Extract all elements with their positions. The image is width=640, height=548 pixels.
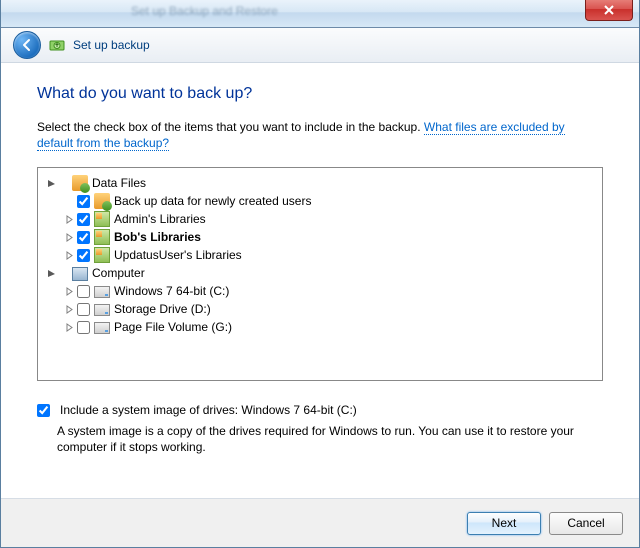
- tree-label: Computer: [92, 264, 145, 282]
- checkbox-updatus-libraries[interactable]: [77, 249, 90, 262]
- drive-icon: [94, 286, 110, 298]
- tree-label: Data Files: [92, 174, 146, 192]
- users-icon: [72, 175, 88, 191]
- tree-node-updatus-libraries[interactable]: UpdatusUser's Libraries: [42, 246, 598, 264]
- checkbox-admin-libraries[interactable]: [77, 213, 90, 226]
- tree-label: Bob's Libraries: [114, 228, 201, 246]
- system-image-section: Include a system image of drives: Window…: [37, 403, 603, 455]
- tree-node-data-files[interactable]: Data Files: [42, 174, 598, 192]
- collapse-icon[interactable]: [46, 178, 57, 189]
- tree-label: Page File Volume (G:): [114, 318, 232, 336]
- expand-icon[interactable]: [64, 322, 75, 333]
- wizard-body: What do you want to back up? Select the …: [1, 63, 639, 498]
- checkbox-new-users[interactable]: [77, 195, 90, 208]
- expand-icon[interactable]: [64, 304, 75, 315]
- back-arrow-icon: [20, 38, 34, 52]
- computer-icon: [72, 267, 88, 281]
- checkbox-bob-libraries[interactable]: [77, 231, 90, 244]
- tree-node-bob-libraries[interactable]: Bob's Libraries: [42, 228, 598, 246]
- close-icon: [603, 5, 615, 15]
- close-button[interactable]: [585, 0, 633, 21]
- title-bar: Set up Backup and Restore: [1, 0, 639, 28]
- tree-label: Back up data for newly created users: [114, 192, 311, 210]
- checkbox-drive-g[interactable]: [77, 321, 90, 334]
- header-bar: Set up backup: [1, 28, 639, 63]
- expand-icon[interactable]: [64, 232, 75, 243]
- backup-icon: [49, 37, 65, 53]
- intro-prefix: Select the check box of the items that y…: [37, 120, 424, 134]
- tree-node-admin-libraries[interactable]: Admin's Libraries: [42, 210, 598, 228]
- wizard-footer: Next Cancel: [1, 498, 639, 547]
- drive-icon: [94, 322, 110, 334]
- checkbox-drive-c[interactable]: [77, 285, 90, 298]
- tree-label: UpdatusUser's Libraries: [114, 246, 242, 264]
- system-image-description: A system image is a copy of the drives r…: [57, 423, 603, 455]
- users-icon: [94, 193, 110, 209]
- window-title: Set up Backup and Restore: [131, 4, 278, 18]
- expand-icon[interactable]: [64, 250, 75, 261]
- system-image-label: Include a system image of drives: Window…: [60, 403, 357, 417]
- tree-node-new-users[interactable]: Back up data for newly created users: [42, 192, 598, 210]
- intro-text: Select the check box of the items that y…: [37, 119, 603, 151]
- page-heading: What do you want to back up?: [37, 85, 603, 103]
- expand-icon[interactable]: [64, 214, 75, 225]
- library-icon: [94, 211, 110, 227]
- collapse-icon[interactable]: [46, 268, 57, 279]
- tree-label: Storage Drive (D:): [114, 300, 211, 318]
- tree-node-drive-c[interactable]: Windows 7 64-bit (C:): [42, 282, 598, 300]
- tree-node-computer[interactable]: Computer: [42, 264, 598, 282]
- checkbox-system-image[interactable]: [37, 404, 50, 417]
- checkbox-drive-d[interactable]: [77, 303, 90, 316]
- tree-node-drive-d[interactable]: Storage Drive (D:): [42, 300, 598, 318]
- drive-icon: [94, 304, 110, 316]
- cancel-button[interactable]: Cancel: [549, 512, 623, 535]
- wizard-window: Set up Backup and Restore Set up backup …: [0, 0, 640, 548]
- library-icon: [94, 229, 110, 245]
- backup-items-tree[interactable]: Data Files Back up data for newly create…: [37, 167, 603, 381]
- library-icon: [94, 247, 110, 263]
- wizard-title: Set up backup: [73, 38, 150, 52]
- expand-icon[interactable]: [64, 286, 75, 297]
- next-button[interactable]: Next: [467, 512, 541, 535]
- tree-label: Windows 7 64-bit (C:): [114, 282, 229, 300]
- back-button[interactable]: [13, 31, 41, 59]
- tree-node-drive-g[interactable]: Page File Volume (G:): [42, 318, 598, 336]
- tree-label: Admin's Libraries: [114, 210, 206, 228]
